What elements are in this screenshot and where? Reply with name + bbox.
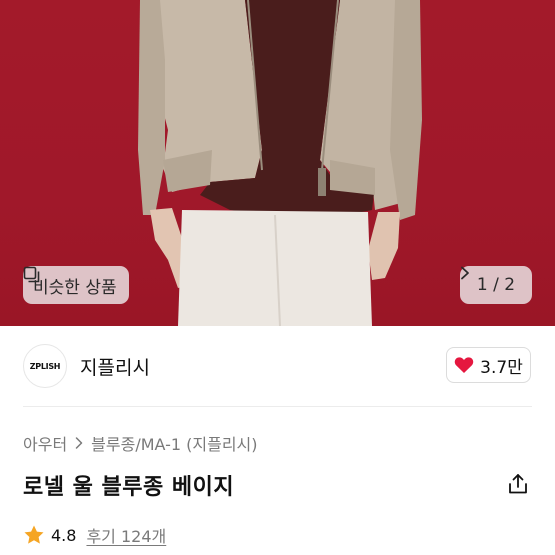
star-icon — [24, 525, 44, 544]
similar-items-icon — [23, 266, 40, 283]
breadcrumb-item-category[interactable]: 블루종/MA-1 (지플리시) — [91, 431, 257, 455]
share-icon[interactable] — [506, 472, 530, 496]
brand-logo[interactable]: ZPLISH — [23, 344, 67, 388]
rating-score: 4.8 — [51, 525, 77, 545]
heart-icon — [454, 357, 474, 373]
breadcrumb: 아우터 블루종/MA-1 (지플리시) — [23, 431, 258, 455]
similar-items-label: 비슷한 상품 — [33, 277, 117, 298]
similar-items-button[interactable]: 비슷한 상품 — [23, 266, 129, 304]
section-divider — [23, 406, 532, 407]
chevron-right-icon — [75, 437, 83, 449]
rating-row: 4.8 후기 124개 — [23, 523, 166, 547]
breadcrumb-item-outer[interactable]: 아우터 — [23, 431, 67, 455]
reviews-link[interactable]: 후기 124개 — [86, 523, 166, 547]
product-image[interactable]: 비슷한 상품 1 / 2 — [0, 0, 555, 326]
image-pager-button[interactable]: 1 / 2 — [460, 266, 532, 304]
like-button[interactable]: 3.7만 — [446, 347, 531, 383]
brand-logo-text: ZPLISH — [29, 361, 61, 371]
chevron-right-icon — [461, 266, 469, 280]
pager-text: 1 / 2 — [476, 275, 516, 295]
product-title: 로넬 울 블루종 베이지 — [23, 475, 235, 500]
like-count: 3.7만 — [480, 357, 523, 378]
brand-name-link[interactable]: 지플리시 — [80, 353, 150, 380]
